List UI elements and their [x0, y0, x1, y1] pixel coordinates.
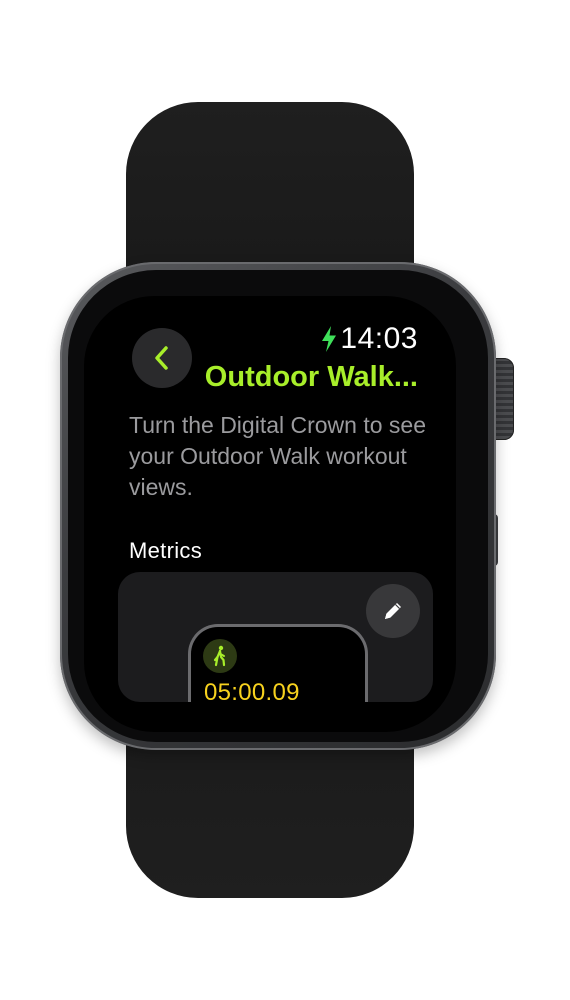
metrics-section-title: Metrics: [129, 538, 202, 563]
workout-view-preview[interactable]: 05:00.09: [188, 624, 368, 702]
walking-figure-icon: [213, 645, 226, 667]
workout-badge: [203, 639, 237, 673]
instruction-text: Turn the Digital Crown to see your Outdo…: [129, 412, 427, 500]
status-bar: 14:03: [320, 322, 418, 356]
metrics-card[interactable]: 05:00.09: [118, 572, 433, 702]
clock-time: 14:03: [340, 322, 418, 355]
watch-screen: 14:03 Outdoor Walk... Turn the Digital C…: [84, 296, 456, 732]
page-title: Outdoor Walk...: [204, 361, 418, 393]
bolt-icon: [322, 326, 337, 352]
back-button[interactable]: [132, 328, 192, 388]
pencil-icon: [385, 603, 401, 619]
chevron-left-icon: [155, 346, 168, 370]
edit-button[interactable]: [366, 584, 420, 638]
watch-device: 14:03 Outdoor Walk... Turn the Digital C…: [0, 0, 570, 1000]
elapsed-time: 05:00.09: [204, 679, 300, 702]
